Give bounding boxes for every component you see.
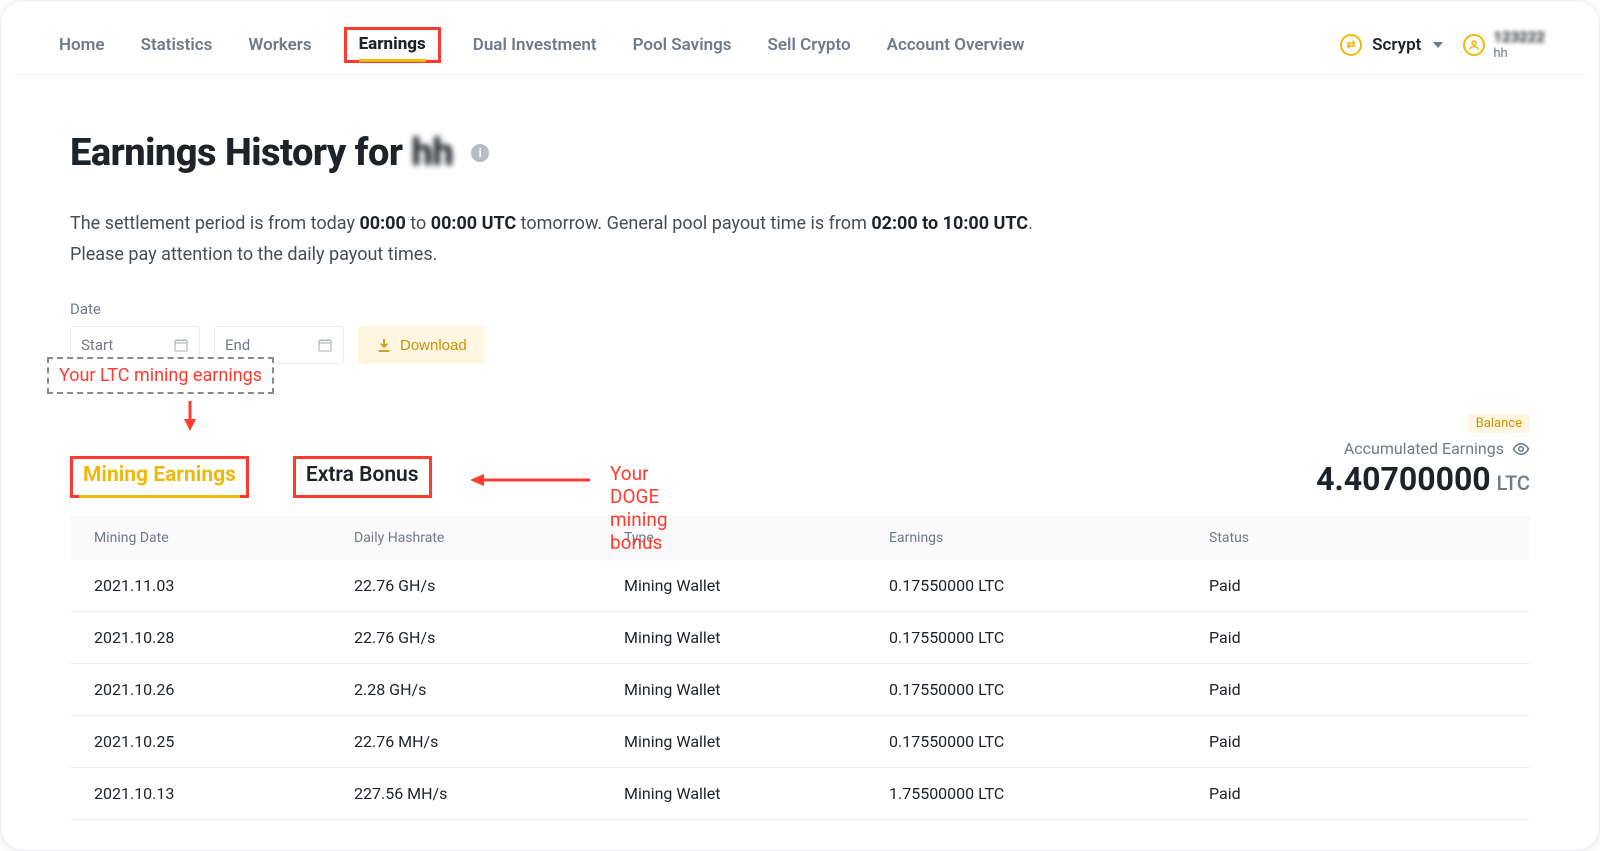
user-icon: [1463, 34, 1485, 56]
table-row: 2021.10.13227.56 MH/sMining Wallet1.7550…: [70, 768, 1530, 820]
accumulated-earnings-value: 4.40700000LTC: [1316, 460, 1530, 498]
swap-icon: ⇄: [1340, 34, 1362, 56]
annotation-arrow: [470, 470, 590, 490]
top-nav: Home Statistics Workers Earnings Dual Invest…: [15, 15, 1585, 75]
nav-item-home[interactable]: Home: [55, 29, 109, 61]
calendar-icon: [173, 337, 189, 353]
earnings-table: Mining Date Daily Hashrate Type Earnings…: [70, 516, 1530, 820]
page-title: Earnings History for hh i: [70, 131, 1530, 175]
nav-item-dual-investment[interactable]: Dual Investment: [469, 29, 601, 61]
table-row: 2021.10.2522.76 MH/sMining Wallet0.17550…: [70, 716, 1530, 768]
nav-item-statistics[interactable]: Statistics: [137, 29, 217, 61]
table-row: 2021.10.2822.76 GH/sMining Wallet0.17550…: [70, 612, 1530, 664]
table-row: 2021.11.0322.76 GH/sMining Wallet0.17550…: [70, 560, 1530, 612]
algo-selector[interactable]: ⇄ Scrypt: [1340, 34, 1443, 56]
annotation-arrow-down: [180, 401, 200, 437]
table-row: 2021.10.262.28 GH/sMining Wallet0.175500…: [70, 664, 1530, 716]
table-header: Mining Date Daily Hashrate Type Earnings…: [70, 516, 1530, 560]
date-label: Date: [70, 300, 1530, 318]
annotation-doge: Your DOGE mining bonus: [610, 462, 668, 554]
algo-label: Scrypt: [1372, 35, 1421, 55]
info-icon[interactable]: i: [471, 144, 489, 162]
nav-item-sell-crypto[interactable]: Sell Crypto: [764, 29, 855, 61]
annotation-ltc: Your LTC mining earnings: [47, 357, 274, 394]
download-button[interactable]: Download: [358, 326, 485, 364]
accumulated-earnings-label: Accumulated Earnings: [1344, 439, 1530, 458]
account-sub: hh: [1493, 46, 1545, 62]
account-name-blur: hh: [411, 131, 453, 175]
tab-mining-earnings[interactable]: Mining Earnings: [70, 456, 249, 498]
settlement-description: The settlement period is from today 00:0…: [70, 209, 1530, 270]
calendar-icon: [317, 337, 333, 353]
balance-chip[interactable]: Balance: [1468, 414, 1530, 433]
account-id: 123222: [1493, 28, 1545, 46]
tab-extra-bonus[interactable]: Extra Bonus: [293, 456, 432, 498]
nav-item-account-overview[interactable]: Account Overview: [883, 29, 1029, 61]
nav-item-earnings[interactable]: Earnings: [344, 27, 441, 63]
nav-item-workers[interactable]: Workers: [244, 29, 315, 61]
download-icon: [376, 337, 392, 353]
account-menu[interactable]: 123222 hh: [1463, 28, 1545, 62]
nav-item-pool-savings[interactable]: Pool Savings: [629, 29, 736, 61]
chevron-down-icon: [1433, 42, 1443, 48]
eye-icon[interactable]: [1512, 440, 1530, 458]
